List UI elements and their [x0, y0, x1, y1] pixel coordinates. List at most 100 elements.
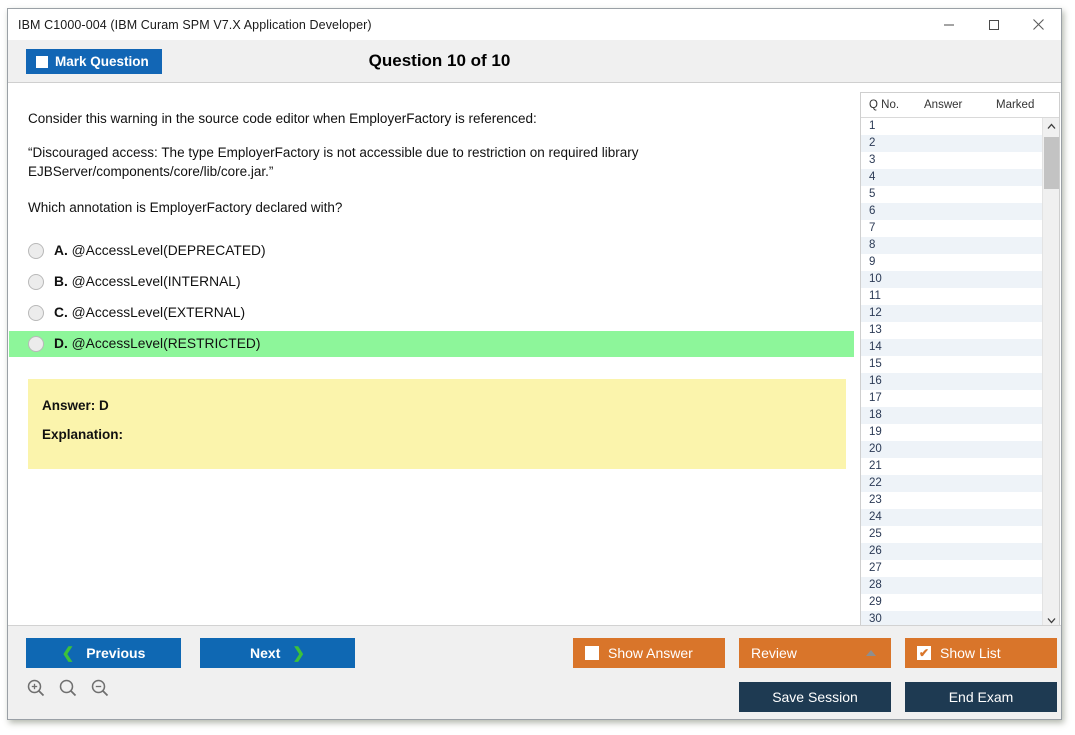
question-list-qno: 13 — [869, 324, 882, 336]
question-list-row[interactable]: 11 — [861, 288, 1042, 305]
question-list-qno: 24 — [869, 511, 882, 523]
question-list-row[interactable]: 3 — [861, 152, 1042, 169]
question-list-row[interactable]: 23 — [861, 492, 1042, 509]
question-list-row[interactable]: 10 — [861, 271, 1042, 288]
maximize-icon — [988, 19, 999, 30]
question-list-row[interactable]: 28 — [861, 577, 1042, 594]
question-list-qno: 22 — [869, 477, 882, 489]
radio-button[interactable] — [28, 242, 44, 259]
question-list-row[interactable]: 20 — [861, 441, 1042, 458]
radio-button[interactable] — [28, 304, 44, 321]
question-list-row[interactable]: 5 — [861, 186, 1042, 203]
radio-button[interactable] — [28, 335, 44, 352]
explanation-label: Explanation: — [42, 426, 124, 442]
question-list-row[interactable]: 29 — [861, 594, 1042, 611]
question-list-row[interactable]: 21 — [861, 458, 1042, 475]
question-list-qno: 29 — [869, 596, 882, 608]
question-list-answer — [916, 305, 988, 322]
question-list-qno: 1 — [869, 120, 876, 132]
previous-button[interactable]: ❮ Previous — [26, 638, 181, 668]
question-list-answer — [916, 560, 988, 577]
exam-header-bar: Mark Question Question 10 of 10 — [8, 40, 1061, 83]
answer-option-letter: A. — [54, 243, 68, 259]
question-list-marked — [988, 271, 1042, 288]
question-list-row[interactable]: 17 — [861, 390, 1042, 407]
chevron-up-icon — [1047, 123, 1056, 129]
next-button[interactable]: Next ❯ — [200, 638, 355, 668]
answer-option-d[interactable]: D. @AccessLevel(RESTRICTED) — [9, 330, 854, 357]
question-list-marked — [988, 373, 1042, 390]
question-list-row[interactable]: 2 — [861, 135, 1042, 152]
answer-option-c[interactable]: C. @AccessLevel(EXTERNAL) — [9, 300, 854, 326]
answer-option-a[interactable]: A. @AccessLevel(DEPRECATED) — [9, 238, 854, 264]
maximize-button[interactable] — [971, 9, 1016, 40]
question-list-marked — [988, 492, 1042, 509]
question-list-row[interactable]: 22 — [861, 475, 1042, 492]
answer-value: Answer: D — [42, 397, 109, 413]
question-list-answer — [916, 288, 988, 305]
end-exam-label: End Exam — [948, 689, 1014, 705]
question-list-answer — [916, 186, 988, 203]
question-list-body[interactable]: 1 2 3 4 5 6 7 8 9 10 11 12 13 14 15 16 17 18 19 20 21 22 23 24 2… — [861, 118, 1042, 629]
question-list-row[interactable]: 4 — [861, 169, 1042, 186]
question-list-row[interactable]: 1 — [861, 118, 1042, 135]
question-list-row[interactable]: 25 — [861, 526, 1042, 543]
zoom-in-icon[interactable] — [26, 678, 46, 698]
question-list-answer — [916, 458, 988, 475]
question-list-answer — [916, 237, 988, 254]
close-button[interactable] — [1016, 9, 1061, 40]
question-list-row[interactable]: 13 — [861, 322, 1042, 339]
answer-option-b[interactable]: B. @AccessLevel(INTERNAL) — [9, 269, 854, 295]
question-list-row[interactable]: 15 — [861, 356, 1042, 373]
question-quote-text: “Discouraged access: The type EmployerFa… — [28, 145, 639, 180]
question-list-row[interactable]: 26 — [861, 543, 1042, 560]
question-list-scrollbar[interactable] — [1042, 118, 1059, 629]
question-list-row[interactable]: 12 — [861, 305, 1042, 322]
question-list-marked — [988, 305, 1042, 322]
question-list-marked — [988, 356, 1042, 373]
question-list-answer — [916, 577, 988, 594]
scroll-up-button[interactable] — [1043, 118, 1060, 135]
answer-option-label: B. @AccessLevel(INTERNAL) — [54, 274, 241, 289]
scrollbar-thumb[interactable] — [1044, 137, 1059, 189]
question-list-answer — [916, 373, 988, 390]
question-list-qno: 10 — [869, 273, 882, 285]
question-list-answer — [916, 254, 988, 271]
question-list-row[interactable]: 8 — [861, 237, 1042, 254]
question-list-marked — [988, 254, 1042, 271]
question-list-row[interactable]: 6 — [861, 203, 1042, 220]
question-list-answer — [916, 356, 988, 373]
question-list-answer — [916, 407, 988, 424]
question-list-row[interactable]: 16 — [861, 373, 1042, 390]
question-list-qno: 9 — [869, 256, 876, 268]
question-list-marked — [988, 135, 1042, 152]
question-list-row[interactable]: 18 — [861, 407, 1042, 424]
question-list-row[interactable]: 14 — [861, 339, 1042, 356]
question-list-qno: 2 — [869, 137, 876, 149]
question-list-row[interactable]: 24 — [861, 509, 1042, 526]
zoom-reset-icon[interactable] — [58, 678, 78, 698]
question-list-answer — [916, 203, 988, 220]
save-session-button[interactable]: Save Session — [739, 682, 891, 712]
review-dropdown-button[interactable]: Review — [739, 638, 891, 668]
question-list-row[interactable]: 27 — [861, 560, 1042, 577]
chevron-down-icon — [1047, 618, 1056, 624]
question-list-row[interactable]: 9 — [861, 254, 1042, 271]
question-list-answer — [916, 169, 988, 186]
question-list-row[interactable]: 7 — [861, 220, 1042, 237]
show-answer-label: Show Answer — [608, 645, 693, 661]
answer-option-label: D. @AccessLevel(RESTRICTED) — [54, 336, 260, 351]
answer-option-letter: C. — [54, 305, 68, 321]
show-answer-button[interactable]: Show Answer — [573, 638, 725, 668]
zoom-out-icon[interactable] — [90, 678, 110, 698]
question-list-qno: 21 — [869, 460, 882, 472]
end-exam-button[interactable]: End Exam — [905, 682, 1057, 712]
question-intro-text: Consider this warning in the source code… — [28, 111, 537, 126]
show-list-button[interactable]: ✔ Show List — [905, 638, 1057, 668]
minimize-button[interactable] — [926, 9, 971, 40]
question-list-marked — [988, 288, 1042, 305]
question-list-row[interactable]: 19 — [861, 424, 1042, 441]
radio-button[interactable] — [28, 273, 44, 290]
question-list-qno: 20 — [869, 443, 882, 455]
answer-option-letter: B. — [54, 274, 68, 290]
